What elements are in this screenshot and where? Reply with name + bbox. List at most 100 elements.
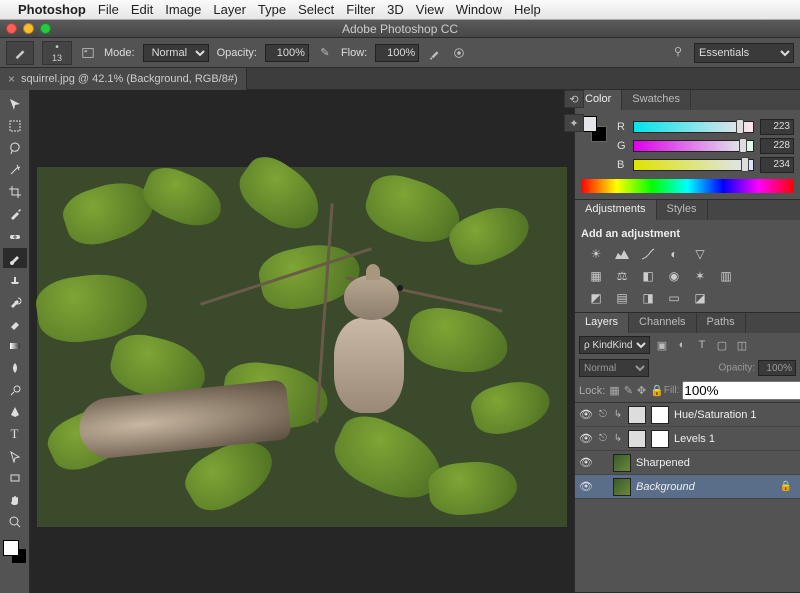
invert-icon[interactable]: ◩ [587, 290, 605, 306]
visibility-toggle-icon[interactable]: 👁 [579, 456, 593, 469]
minimize-window-button[interactable] [23, 23, 34, 34]
lock-position-icon[interactable]: ✥ [637, 384, 646, 397]
layer-row[interactable]: 👁 Background 🔒 [575, 475, 800, 499]
zoom-window-button[interactable] [40, 23, 51, 34]
gradient-tool[interactable] [3, 336, 27, 356]
layer-thumbnail[interactable] [628, 406, 646, 424]
flow-input[interactable] [375, 44, 419, 62]
workspace-select[interactable]: Essentials [694, 43, 794, 63]
menu-3d[interactable]: 3D [387, 2, 404, 17]
rectangle-tool[interactable] [3, 468, 27, 488]
eyedropper-tool[interactable] [3, 204, 27, 224]
close-tab-icon[interactable]: × [8, 72, 15, 86]
layer-name[interactable]: Sharpened [636, 457, 690, 469]
lock-transparency-icon[interactable]: ▦ [609, 384, 619, 397]
gradient-map-icon[interactable]: ▭ [665, 290, 683, 306]
dodge-tool[interactable] [3, 380, 27, 400]
r-slider[interactable] [633, 121, 754, 133]
menu-edit[interactable]: Edit [131, 2, 153, 17]
brush-preset-picker[interactable]: • 13 [42, 41, 72, 65]
move-tool[interactable] [3, 94, 27, 114]
selective-color-icon[interactable]: ◪ [691, 290, 709, 306]
marquee-tool[interactable] [3, 116, 27, 136]
workspace-search-icon[interactable]: ⚲ [674, 45, 690, 61]
path-select-tool[interactable] [3, 446, 27, 466]
color-lookup-icon[interactable]: ▥ [717, 268, 735, 284]
hue-ramp[interactable] [581, 179, 794, 193]
layer-name[interactable]: Levels 1 [674, 433, 715, 445]
lock-pixels-icon[interactable]: ✎ [624, 384, 633, 397]
visibility-toggle-icon[interactable]: 👁 [579, 480, 593, 493]
menu-file[interactable]: File [98, 2, 119, 17]
layer-mask-thumbnail[interactable] [651, 430, 669, 448]
hand-tool[interactable] [3, 490, 27, 510]
healing-brush-tool[interactable] [3, 226, 27, 246]
black-white-icon[interactable]: ◧ [639, 268, 657, 284]
tool-preset-picker[interactable] [6, 41, 34, 65]
opacity-pressure-icon[interactable]: ✎ [317, 45, 333, 61]
paths-tab[interactable]: Paths [697, 313, 746, 333]
curves-icon[interactable] [639, 246, 657, 262]
link-icon[interactable]: ⎋ [598, 433, 608, 444]
filter-adjust-icon[interactable]: ◐ [674, 338, 690, 352]
crop-tool[interactable] [3, 182, 27, 202]
layer-row[interactable]: 👁 Sharpened [575, 451, 800, 475]
menu-layer[interactable]: Layer [213, 2, 246, 17]
color-balance-icon[interactable]: ⚖ [613, 268, 631, 284]
menu-view[interactable]: View [416, 2, 444, 17]
filter-shape-icon[interactable]: ▢ [714, 338, 730, 352]
layer-name[interactable]: Background [636, 481, 695, 493]
hue-saturation-icon[interactable]: ▦ [587, 268, 605, 284]
menu-help[interactable]: Help [514, 2, 541, 17]
brush-panel-toggle-icon[interactable] [80, 45, 96, 61]
eraser-tool[interactable] [3, 314, 27, 334]
airbrush-icon[interactable] [427, 45, 443, 61]
r-value[interactable]: 223 [760, 119, 794, 135]
menu-filter[interactable]: Filter [346, 2, 375, 17]
layer-thumbnail[interactable] [628, 430, 646, 448]
layers-tab[interactable]: Layers [575, 313, 629, 333]
canvas-area[interactable] [30, 90, 574, 593]
zoom-tool[interactable] [3, 512, 27, 532]
layer-mask-thumbnail[interactable] [651, 406, 669, 424]
visibility-toggle-icon[interactable]: 👁 [579, 432, 593, 445]
filter-smart-icon[interactable]: ◫ [734, 338, 750, 352]
layer-fill-input[interactable] [682, 381, 800, 400]
menu-select[interactable]: Select [298, 2, 334, 17]
close-window-button[interactable] [6, 23, 17, 34]
brush-tool[interactable] [3, 248, 27, 268]
layer-thumbnail[interactable] [613, 454, 631, 472]
blur-tool[interactable] [3, 358, 27, 378]
filter-pixel-icon[interactable]: ▣ [654, 338, 670, 352]
document-canvas[interactable] [37, 167, 567, 527]
tablet-pressure-icon[interactable] [451, 45, 467, 61]
properties-dock-icon[interactable]: ✦ [564, 114, 584, 132]
menu-type[interactable]: Type [258, 2, 286, 17]
foreground-color-swatch[interactable] [3, 540, 19, 556]
swatches-tab[interactable]: Swatches [622, 90, 691, 110]
channels-tab[interactable]: Channels [629, 313, 696, 333]
link-icon[interactable]: ⎋ [598, 409, 608, 420]
menu-image[interactable]: Image [165, 2, 201, 17]
filter-type-icon[interactable]: T [694, 338, 710, 352]
app-name[interactable]: Photoshop [18, 2, 86, 17]
posterize-icon[interactable]: ▤ [613, 290, 631, 306]
brightness-contrast-icon[interactable]: ☀ [587, 246, 605, 262]
opacity-input[interactable] [265, 44, 309, 62]
threshold-icon[interactable]: ◨ [639, 290, 657, 306]
lock-all-icon[interactable]: 🔒 [650, 384, 664, 397]
styles-tab[interactable]: Styles [657, 200, 708, 220]
clone-stamp-tool[interactable] [3, 270, 27, 290]
exposure-icon[interactable]: ◐ [665, 246, 683, 262]
layer-filter-kind[interactable]: ρ KindKind [579, 336, 650, 354]
layer-thumbnail[interactable] [613, 478, 631, 496]
levels-icon[interactable] [613, 246, 631, 262]
layer-row[interactable]: 👁 ⎋ ↳ Hue/Saturation 1 [575, 403, 800, 427]
b-value[interactable]: 234 [760, 157, 794, 173]
menu-window[interactable]: Window [456, 2, 502, 17]
layer-opacity-input[interactable] [758, 360, 796, 376]
magic-wand-tool[interactable] [3, 160, 27, 180]
history-brush-tool[interactable] [3, 292, 27, 312]
type-tool[interactable]: T [3, 424, 27, 444]
layer-name[interactable]: Hue/Saturation 1 [674, 409, 757, 421]
